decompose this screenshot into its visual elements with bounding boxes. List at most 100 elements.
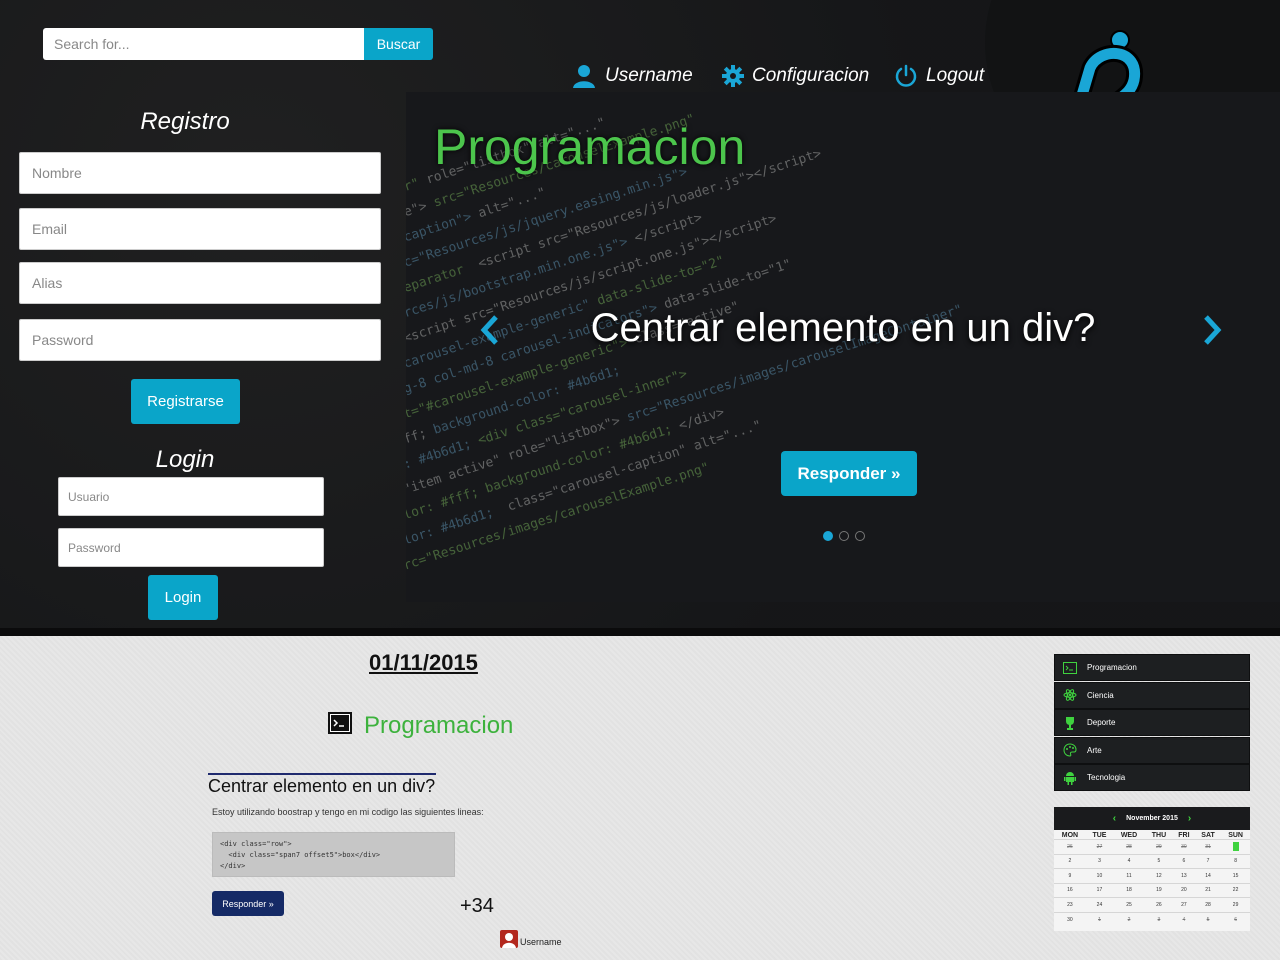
- calendar-day[interactable]: 30: [1172, 839, 1195, 854]
- gear-icon: [722, 65, 744, 87]
- category-item-arte[interactable]: Arte: [1054, 736, 1250, 764]
- terminal-icon: [1063, 661, 1077, 674]
- register-name-input[interactable]: [19, 152, 381, 194]
- nav-username-label: Username: [605, 65, 693, 86]
- calendar-day[interactable]: 30: [1054, 911, 1086, 927]
- calendar-day[interactable]: 21: [1194, 882, 1222, 898]
- calendar-day[interactable]: 29: [1221, 897, 1250, 912]
- calendar-week: 9 10 11 12 13 14 15: [1054, 868, 1250, 883]
- calendar-day[interactable]: 3: [1085, 853, 1114, 869]
- login-button[interactable]: Login: [148, 575, 218, 620]
- chevron-left-icon[interactable]: ‹: [1113, 813, 1116, 824]
- login-user-input[interactable]: [58, 477, 324, 516]
- calendar-day[interactable]: 25: [1113, 897, 1145, 912]
- calendar-day[interactable]: 20: [1172, 882, 1195, 898]
- calendar-day[interactable]: 15: [1221, 868, 1250, 883]
- calendar-week: 23 24 25 26 27 28 29: [1054, 897, 1250, 912]
- nav-logout-label: Logout: [926, 65, 985, 86]
- calendar-day[interactable]: 10: [1085, 868, 1114, 883]
- category-label: Tecnologia: [1087, 773, 1126, 782]
- nav-logout[interactable]: Logout: [894, 60, 984, 92]
- register-alias-input[interactable]: [19, 262, 381, 304]
- calendar-day[interactable]: 9: [1054, 868, 1086, 883]
- calendar-day[interactable]: 6: [1172, 853, 1195, 869]
- calendar-day[interactable]: 17: [1085, 882, 1114, 898]
- calendar-weekday: MON: [1061, 832, 1079, 839]
- section-divider: [0, 628, 1280, 636]
- calendar-day[interactable]: 23: [1054, 897, 1086, 912]
- post-date: 01/11/2015: [369, 650, 478, 675]
- login-title: Login: [155, 446, 215, 473]
- post-category[interactable]: Programacion: [364, 712, 513, 740]
- calendar-day[interactable]: 26: [1054, 839, 1086, 854]
- calendar-day[interactable]: 8: [1221, 853, 1250, 869]
- register-button[interactable]: Registrarse: [131, 379, 240, 424]
- calendar-day[interactable]: 27: [1172, 897, 1195, 912]
- carousel-indicator-3[interactable]: [855, 531, 865, 541]
- carousel-indicator-2[interactable]: [839, 531, 849, 541]
- calendar-day[interactable]: 18: [1113, 882, 1145, 898]
- calendar-day[interactable]: 27: [1085, 839, 1114, 854]
- chevron-left-icon[interactable]: [480, 314, 500, 346]
- calendar-weekday: WED: [1120, 832, 1138, 839]
- category-item-ciencia[interactable]: Ciencia: [1054, 681, 1250, 709]
- calendar-header: ‹ November 2015 ›: [1054, 807, 1250, 830]
- calendar-day[interactable]: 6: [1221, 911, 1250, 927]
- calendar-day[interactable]: 11: [1113, 868, 1145, 883]
- calendar-week: 26 27 28 29 30 31 1: [1054, 839, 1250, 854]
- calendar-day[interactable]: 1: [1221, 839, 1250, 854]
- calendar-day[interactable]: 12: [1144, 868, 1173, 883]
- power-icon: [895, 64, 917, 87]
- post-username[interactable]: Username: [520, 937, 562, 947]
- calendar-day[interactable]: 2: [1054, 853, 1086, 869]
- chevron-right-icon[interactable]: ›: [1188, 813, 1191, 824]
- android-icon: [1064, 771, 1076, 785]
- post-title[interactable]: Centrar elemento en un div?: [208, 773, 436, 796]
- post-reply-button[interactable]: Responder »: [212, 891, 284, 916]
- category-item-tecnologia[interactable]: Tecnologia: [1054, 764, 1250, 791]
- login-password-input[interactable]: [58, 528, 324, 567]
- calendar-today-marker: 1: [1232, 842, 1239, 852]
- register-title: Registro: [140, 108, 230, 135]
- calendar-day[interactable]: 28: [1194, 897, 1222, 912]
- carousel-reply-button[interactable]: Responder »: [781, 451, 917, 496]
- calendar-day[interactable]: 29: [1144, 839, 1173, 854]
- chevron-right-icon[interactable]: [1202, 314, 1222, 346]
- search-input[interactable]: [43, 28, 364, 60]
- calendar-day[interactable]: 28: [1113, 839, 1145, 854]
- calendar-day[interactable]: 1: [1085, 911, 1114, 927]
- post-votes: +34: [460, 895, 494, 917]
- calendar: ‹ November 2015 › MON TUE WED THU FRI SAT SUN …: [1054, 807, 1250, 931]
- category-item-deporte[interactable]: Deporte: [1054, 709, 1250, 736]
- calendar-day[interactable]: 3: [1144, 911, 1173, 927]
- calendar-weekday: THU: [1151, 832, 1167, 839]
- calendar-day[interactable]: 13: [1172, 868, 1195, 883]
- calendar-day[interactable]: 26: [1144, 897, 1173, 912]
- calendar-day[interactable]: 4: [1113, 853, 1145, 869]
- calendar-day[interactable]: 5: [1194, 911, 1222, 927]
- carousel-category: Programacion: [434, 119, 746, 175]
- calendar-day[interactable]: 31: [1194, 839, 1222, 854]
- calendar-week: 30 1 2 3 4 5 6: [1054, 911, 1250, 927]
- calendar-day[interactable]: 7: [1194, 853, 1222, 869]
- calendar-day[interactable]: 5: [1144, 853, 1173, 869]
- post-body: Estoy utilizando boostrap y tengo en mi …: [212, 807, 484, 817]
- calendar-day[interactable]: 24: [1085, 897, 1114, 912]
- palette-icon: [1063, 743, 1077, 757]
- calendar-day[interactable]: 4: [1172, 911, 1195, 927]
- calendar-day[interactable]: 16: [1054, 882, 1086, 898]
- register-password-input[interactable]: [19, 319, 381, 361]
- post-code-block: <div class="row"> <div class="span7 offs…: [212, 832, 455, 877]
- calendar-day[interactable]: 22: [1221, 882, 1250, 898]
- register-email-input[interactable]: [19, 208, 381, 250]
- calendar-day[interactable]: 14: [1194, 868, 1222, 883]
- search-button[interactable]: Buscar: [364, 28, 433, 60]
- carousel-indicator-1[interactable]: [823, 531, 833, 541]
- nav-config[interactable]: Configuracion: [722, 60, 869, 92]
- calendar-day[interactable]: 2: [1113, 911, 1145, 927]
- user-avatar-icon[interactable]: [500, 930, 518, 948]
- category-item-programacion[interactable]: Programacion: [1054, 654, 1250, 681]
- calendar-day[interactable]: 19: [1144, 882, 1173, 898]
- nav-username[interactable]: Username: [571, 60, 693, 92]
- carousel-title: Centrar elemento en un div?: [590, 306, 1096, 350]
